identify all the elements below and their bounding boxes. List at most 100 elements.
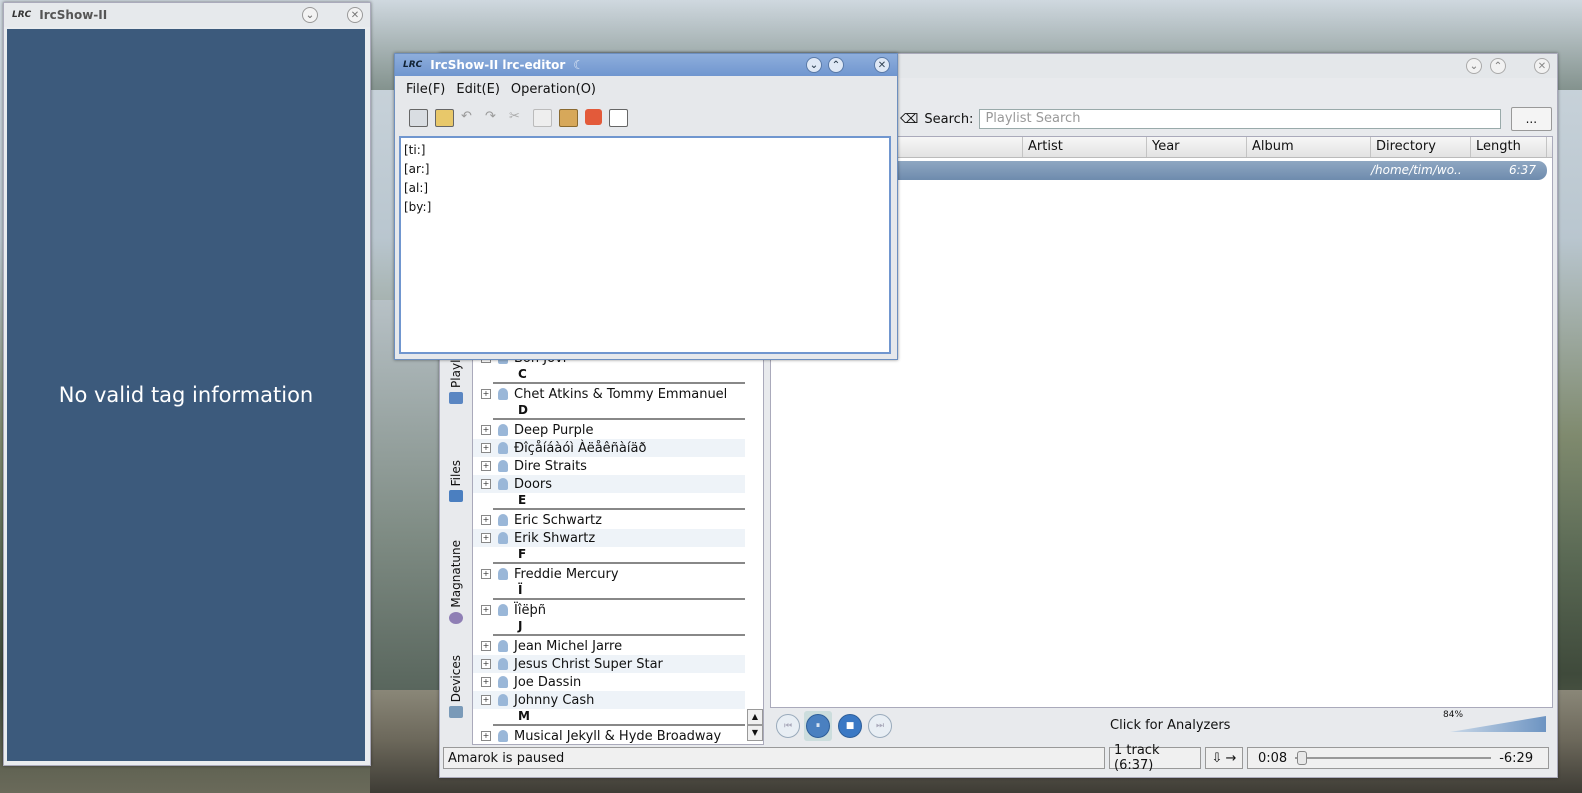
close-icon[interactable]: ✕: [874, 57, 890, 73]
expand-icon[interactable]: +: [481, 515, 491, 525]
tab-files[interactable]: Files: [443, 460, 469, 503]
lyric-display: No valid tag information: [7, 29, 365, 761]
collection-artist-item[interactable]: + Joe Dassin: [473, 673, 745, 691]
menu-file[interactable]: File(F): [406, 82, 445, 97]
analyzers-area[interactable]: Click for Analyzers: [1110, 718, 1230, 733]
chevron-up-icon[interactable]: ⌃: [1490, 58, 1506, 74]
moon-icon: ☾: [573, 58, 585, 72]
expand-icon[interactable]: +: [481, 659, 491, 669]
artist-name: Dire Straits: [514, 458, 587, 474]
artist-icon: [498, 514, 508, 526]
artist-name: Erik Shwartz: [514, 530, 596, 546]
tab-files-label: Files: [449, 460, 463, 487]
artist-icon: [498, 640, 508, 652]
chevron-down-icon[interactable]: ⌄: [806, 57, 822, 73]
column-header-album[interactable]: Album: [1247, 137, 1371, 157]
expand-icon[interactable]: +: [481, 461, 491, 471]
menu-edit[interactable]: Edit(E): [456, 82, 500, 97]
scroll-down-icon[interactable]: ▼: [747, 725, 763, 741]
repeat-icon[interactable]: ⇩: [1212, 751, 1223, 766]
column-header-directory[interactable]: Directory: [1371, 137, 1471, 157]
stop-icon[interactable]: ■: [838, 714, 862, 738]
lrc-logo-icon: LRC: [403, 60, 423, 70]
lrc-editor-window: LRC IrcShow-II lrc-editor ☾ ⌄ ⌃ ✕ File(F…: [394, 53, 898, 360]
artist-icon: [498, 694, 508, 706]
erase-icon[interactable]: [585, 109, 602, 125]
paste-icon[interactable]: [559, 109, 578, 127]
column-header-length[interactable]: Length: [1471, 137, 1547, 157]
chevron-up-icon[interactable]: ⌃: [828, 57, 844, 73]
search-options-button[interactable]: ...: [1510, 107, 1552, 131]
chevron-down-icon[interactable]: ⌄: [1466, 58, 1482, 74]
chevron-down-icon[interactable]: ⌄: [302, 7, 318, 23]
collection-artist-item[interactable]: + Ïîëþñ: [473, 601, 745, 619]
close-icon[interactable]: ✕: [347, 7, 363, 23]
expand-icon[interactable]: +: [481, 605, 491, 615]
collection-letter-header: D: [493, 403, 745, 420]
pause-button[interactable]: ⏸: [804, 711, 832, 741]
column-header-artist[interactable]: Artist: [1023, 137, 1147, 157]
tab-devices[interactable]: Devices: [443, 655, 469, 719]
expand-icon[interactable]: +: [481, 731, 491, 741]
redo-icon[interactable]: ↷: [485, 109, 502, 125]
artist-icon: [498, 442, 508, 454]
collection-tree[interactable]: +Bon JoviC+Chet Atkins & Tommy EmmanuelD…: [472, 350, 764, 745]
collection-artist-item[interactable]: + Chet Atkins & Tommy Emmanuel: [473, 385, 745, 403]
expand-icon[interactable]: +: [481, 389, 491, 399]
expand-icon[interactable]: +: [481, 425, 491, 435]
collection-artist-item[interactable]: + Eric Schwartz: [473, 511, 745, 529]
save-icon[interactable]: [409, 109, 428, 127]
menu-operation[interactable]: Operation(O): [511, 82, 596, 97]
lyric-message: No valid tag information: [58, 383, 314, 407]
editor-titlebar[interactable]: LRC IrcShow-II lrc-editor ☾ ⌄ ⌃ ✕: [395, 54, 897, 76]
artist-icon: [498, 604, 508, 616]
collection-artist-item[interactable]: + Jesus Christ Super Star: [473, 655, 745, 673]
lyric-window-title: IrcShow-II: [39, 8, 108, 22]
playlist-search-input[interactable]: Playlist Search: [979, 109, 1501, 129]
collection-artist-item[interactable]: + Johnny Cash: [473, 691, 745, 709]
edit-icon[interactable]: [609, 109, 628, 127]
collection-artist-item[interactable]: + Freddie Mercury: [473, 565, 745, 583]
collection-artist-item[interactable]: + Erik Shwartz: [473, 529, 745, 547]
cut-icon[interactable]: ✂: [509, 109, 526, 125]
position-slider[interactable]: [1295, 751, 1492, 765]
expand-icon[interactable]: +: [481, 479, 491, 489]
volume-slider[interactable]: [1450, 716, 1546, 732]
collection-artist-item[interactable]: + Doors: [473, 475, 745, 493]
expand-icon[interactable]: +: [481, 641, 491, 651]
collection-artist-item[interactable]: + Jean Michel Jarre: [473, 637, 745, 655]
random-icon[interactable]: →: [1226, 751, 1237, 766]
lrc-text-area[interactable]: [ti:] [ar:] [al:] [by:]: [399, 136, 891, 354]
collection-letter-header: Ï: [493, 583, 745, 600]
collection-artist-item[interactable]: + Dire Straits: [473, 457, 745, 475]
clear-search-icon[interactable]: ⌫: [900, 112, 918, 127]
column-header-year[interactable]: Year: [1147, 137, 1247, 157]
expand-icon[interactable]: +: [481, 569, 491, 579]
position-slider-knob[interactable]: [1297, 751, 1308, 765]
close-icon[interactable]: ✕: [1534, 58, 1550, 74]
status-bar: Amarok is paused 1 track (6:37) ⇩ → 0:08…: [443, 743, 1553, 773]
tab-magnatune[interactable]: Magnatune: [443, 540, 469, 624]
lyric-window-titlebar[interactable]: LRC IrcShow-II ⌄ ✕: [4, 3, 370, 27]
next-icon[interactable]: ⏭: [868, 714, 892, 738]
collection-letter-header: J: [493, 619, 745, 636]
expand-icon[interactable]: +: [481, 533, 491, 543]
expand-icon[interactable]: +: [481, 695, 491, 705]
save-as-icon[interactable]: [435, 109, 454, 127]
artist-name: Doors: [514, 476, 553, 492]
copy-icon[interactable]: [533, 109, 552, 127]
text-line: [al:]: [404, 181, 429, 195]
playlist-modes[interactable]: ⇩ →: [1205, 747, 1243, 769]
collection-artist-item[interactable]: + Musical Jekyll & Hyde Broadway: [473, 727, 745, 744]
previous-icon[interactable]: ⏮: [776, 714, 800, 738]
collection-artist-item[interactable]: + Ðîçåíáàóì Àëåêñàíäð: [473, 439, 745, 457]
artist-name: Musical Jekyll & Hyde Broadway: [514, 728, 722, 744]
undo-icon[interactable]: ↶: [461, 109, 478, 125]
expand-icon[interactable]: +: [481, 443, 491, 453]
artist-name: Deep Purple: [514, 422, 594, 438]
artist-name: Ðîçåíáàóì Àëåêñàíäð: [514, 440, 647, 456]
artist-icon: [498, 532, 508, 544]
collection-artist-item[interactable]: + Deep Purple: [473, 421, 745, 439]
scroll-up-icon[interactable]: ▲: [747, 709, 763, 725]
expand-icon[interactable]: +: [481, 677, 491, 687]
